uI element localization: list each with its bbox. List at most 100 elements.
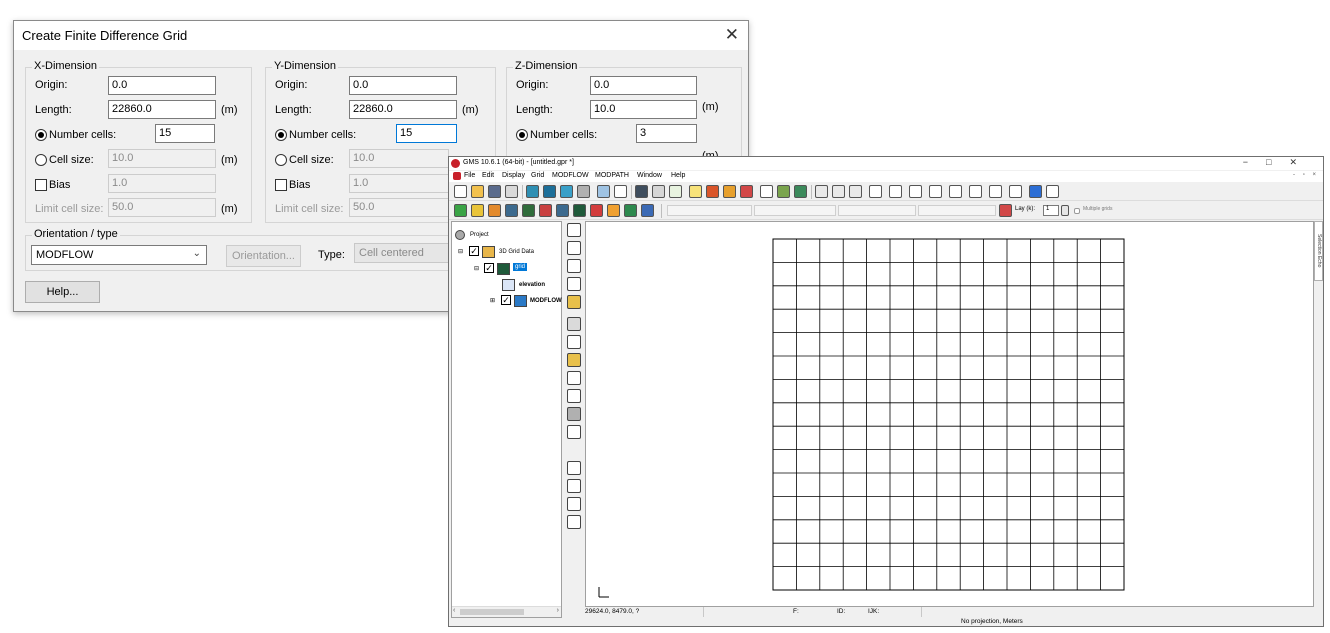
scroll-right-icon[interactable]: ›	[557, 607, 559, 614]
collapse-icon[interactable]: ⊟	[474, 265, 479, 272]
create-layer-icon[interactable]	[567, 515, 581, 529]
display-icon[interactable]	[635, 185, 648, 198]
menu-help[interactable]: Help	[671, 172, 685, 179]
y-cell-size-field[interactable]: 10.0	[349, 149, 449, 168]
y-origin-field[interactable]: 0.0	[349, 76, 457, 95]
layer-input[interactable]: 1	[1043, 205, 1059, 216]
menu-modpath[interactable]: MODPATH	[595, 172, 629, 179]
map-icon[interactable]	[607, 204, 620, 217]
color-ramp-icon[interactable]	[740, 185, 753, 198]
help-button[interactable]: Help...	[25, 281, 100, 303]
x-bias-checkbox[interactable]	[35, 179, 47, 191]
save-icon[interactable]	[488, 185, 501, 198]
y-cell-size-radio[interactable]	[275, 154, 287, 166]
x-limit-cell-size-field[interactable]: 50.0	[108, 198, 216, 217]
scatter-icon[interactable]	[539, 204, 552, 217]
options-icon[interactable]	[652, 185, 665, 198]
x-cell-size-field[interactable]: 10.0	[108, 149, 216, 168]
gis-icon[interactable]	[624, 204, 637, 217]
type-select[interactable]: Cell centered	[354, 243, 454, 263]
y-limit-cell-size-field[interactable]: 50.0	[349, 198, 449, 217]
select-cell-icon[interactable]	[567, 317, 581, 331]
mesh-icon[interactable]	[556, 204, 569, 217]
create-row-icon[interactable]	[567, 479, 581, 493]
x-number-cells-field[interactable]: 15	[155, 124, 215, 143]
pan-zoom-icon[interactable]	[597, 185, 610, 198]
x-number-cells-radio[interactable]	[35, 129, 47, 141]
cube-icon[interactable]	[543, 185, 556, 198]
y-bias-field[interactable]: 1.0	[349, 174, 449, 193]
selection-echo-tab[interactable]: Selection Echo	[1314, 221, 1323, 281]
select-col-icon[interactable]	[567, 389, 581, 403]
refresh-icon[interactable]	[669, 185, 682, 198]
print-icon[interactable]	[505, 185, 518, 198]
contour-icon[interactable]	[723, 185, 736, 198]
grid-data-checkbox[interactable]: ✓	[469, 246, 479, 256]
close-icon[interactable]: ✕	[725, 25, 739, 45]
grid-view-icon[interactable]	[526, 185, 539, 198]
select-block-icon[interactable]	[567, 407, 581, 421]
z-length-field[interactable]: 10.0	[590, 100, 697, 119]
menu-edit[interactable]: Edit	[482, 172, 494, 179]
horizontal-scrollbar[interactable]: ‹ ›	[452, 606, 561, 617]
y-length-field[interactable]: 22860.0	[349, 100, 457, 119]
grid2d-icon[interactable]	[522, 204, 535, 217]
tool-b-icon[interactable]	[832, 185, 845, 198]
select-layer-icon[interactable]	[567, 353, 581, 367]
combo-c[interactable]	[838, 205, 916, 216]
modflow-checkbox[interactable]: ✓	[501, 295, 511, 305]
tool-d-icon[interactable]	[869, 185, 882, 198]
tree-elevation[interactable]: elevation	[519, 282, 545, 288]
grid3d-icon[interactable]	[573, 204, 586, 217]
globe-icon[interactable]	[794, 185, 807, 198]
tool-i-icon[interactable]	[969, 185, 982, 198]
calculator-icon[interactable]	[760, 185, 773, 198]
tool-e-icon[interactable]	[889, 185, 902, 198]
tool-j-icon[interactable]	[989, 185, 1002, 198]
rotate-icon[interactable]	[567, 259, 581, 273]
menu-window[interactable]: Window	[637, 172, 662, 179]
y-number-cells-radio[interactable]	[275, 129, 287, 141]
model-type-select[interactable]: MODFLOW ⌄	[31, 245, 207, 265]
modules-icon[interactable]	[454, 204, 467, 217]
new-icon[interactable]	[454, 185, 467, 198]
point-select-icon[interactable]	[567, 443, 581, 457]
x-bias-field[interactable]: 1.0	[108, 174, 216, 193]
cube-outline-icon[interactable]	[560, 185, 573, 198]
multiple-grids-checkbox[interactable]	[1074, 208, 1080, 214]
borehole-icon[interactable]	[471, 204, 484, 217]
create-cell-icon[interactable]	[567, 461, 581, 475]
create-col-icon[interactable]	[567, 497, 581, 511]
light-icon[interactable]	[689, 185, 702, 198]
tool-f-icon[interactable]	[909, 185, 922, 198]
tool-a-icon[interactable]	[815, 185, 828, 198]
window-controls[interactable]: −□✕	[1243, 157, 1315, 168]
open-icon[interactable]	[471, 185, 484, 198]
scroll-thumb[interactable]	[460, 609, 524, 615]
x-origin-field[interactable]: 0.0	[108, 76, 216, 95]
grid-checkbox[interactable]: ✓	[484, 263, 494, 273]
solid-icon[interactable]	[505, 204, 518, 217]
graphics-window[interactable]	[585, 221, 1314, 607]
mesh3d-icon[interactable]	[590, 204, 603, 217]
tin-icon[interactable]	[488, 204, 501, 217]
layer-icon[interactable]	[999, 204, 1012, 217]
expand-icon[interactable]: ⊞	[490, 297, 495, 304]
menu-grid[interactable]: Grid	[531, 172, 544, 179]
z-number-cells-radio[interactable]	[516, 129, 528, 141]
flag-icon[interactable]	[1029, 185, 1042, 198]
collapse-icon[interactable]: ⊟	[458, 248, 463, 255]
z-origin-field[interactable]: 0.0	[590, 76, 697, 95]
pan-icon[interactable]	[567, 223, 581, 237]
layers-icon[interactable]	[777, 185, 790, 198]
grid-frame-icon[interactable]	[567, 425, 581, 439]
zoom-tool-icon[interactable]	[567, 241, 581, 255]
combo-b[interactable]	[754, 205, 836, 216]
tool-k-icon[interactable]	[1009, 185, 1022, 198]
x-length-field[interactable]: 22860.0	[108, 100, 216, 119]
shade-icon[interactable]	[577, 185, 590, 198]
menu-file[interactable]: File	[464, 172, 475, 179]
arrow-icon[interactable]	[1046, 185, 1059, 198]
spinner-icon[interactable]	[1061, 205, 1069, 216]
orientation-button[interactable]: Orientation...	[226, 245, 301, 267]
